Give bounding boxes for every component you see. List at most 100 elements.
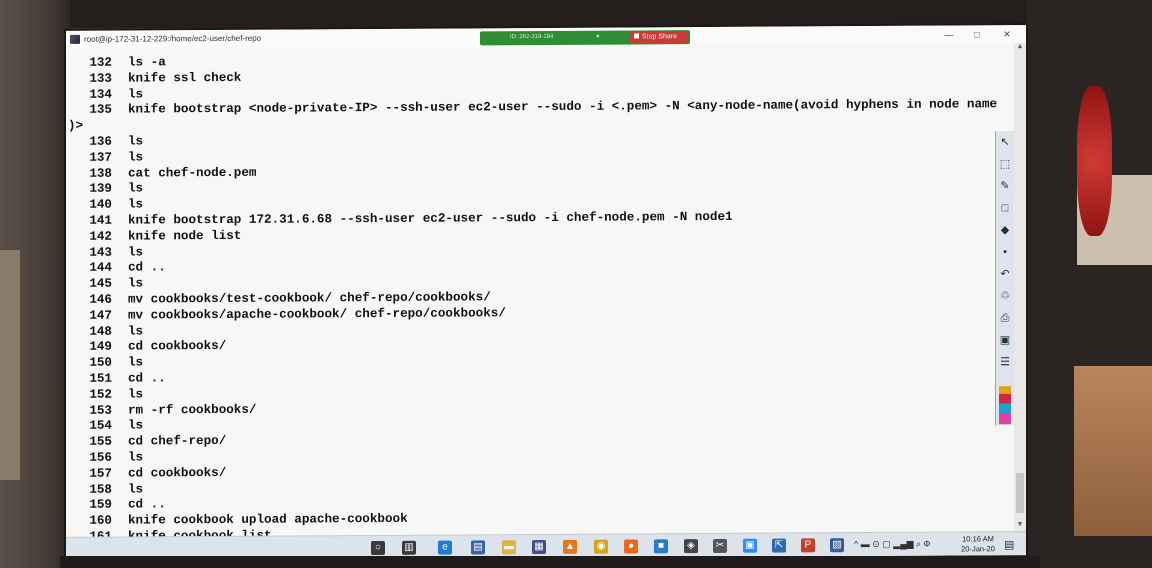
history-command: rm -rf cookbooks/	[128, 402, 257, 418]
terminal-output[interactable]: 132 ls -a 133 knife ssl check 134 ls 135 knife …	[66, 43, 1012, 559]
history-number: 134	[89, 87, 112, 102]
history-command: ls	[128, 134, 144, 149]
notifications-icon[interactable]: ▤	[1004, 538, 1014, 551]
scroll-thumb[interactable]	[1016, 473, 1024, 514]
history-command: knife cookbook upload apache-cookbook	[128, 512, 408, 528]
zoom-share-toolbar[interactable]: ID: 262-318-184 ● Stop Share	[480, 30, 690, 46]
history-number: 135	[89, 103, 112, 118]
history-command: ls -a	[128, 55, 166, 70]
history-command: ls	[128, 387, 144, 402]
history-number: 147	[89, 308, 112, 323]
task-view-icon[interactable]: ▥	[402, 540, 416, 555]
snip-icon[interactable]: ✂	[713, 538, 727, 553]
camera-tool-icon[interactable]: ▣	[998, 333, 1012, 347]
mouse-tool-icon[interactable]: ↖	[998, 135, 1012, 149]
paint-icon[interactable]: ■	[654, 539, 668, 554]
clear-tool-icon[interactable]: ♲	[998, 289, 1012, 303]
history-command: cat chef-node.pem	[128, 165, 257, 181]
history-command: ls	[128, 181, 144, 196]
zoom-app-icon[interactable]: ▣	[743, 538, 757, 553]
history-command: ls	[128, 197, 144, 212]
history-number: 159	[89, 498, 112, 513]
color-palette[interactable]	[999, 386, 1011, 425]
search-icon[interactable]: ○	[371, 540, 385, 556]
history-command: ls	[128, 418, 144, 433]
monitor-bottom-bezel	[60, 556, 1040, 568]
history-command: mv cookbooks/apache-cookbook/ chef-repo/…	[128, 306, 506, 323]
save-tool-icon[interactable]: ⎙	[998, 311, 1012, 325]
chrome-icon[interactable]: ◉	[594, 539, 608, 554]
stop-icon	[634, 33, 639, 39]
monitor-screen: root@ip-172-31-12-229:/home/ec2-user/che…	[66, 25, 1026, 561]
window-title: root@ip-172-31-12-229:/home/ec2-user/che…	[84, 33, 262, 44]
history-number: 138	[89, 166, 112, 181]
clock[interactable]: 10:16 AM 20-Jan-20	[958, 534, 998, 554]
history-command: ls	[128, 355, 144, 370]
history-command: cd chef-repo/	[128, 434, 227, 449]
vlc-icon[interactable]: ▲	[563, 539, 577, 554]
history-command: ls	[128, 87, 144, 102]
share-icon[interactable]: ⇱	[772, 538, 786, 553]
history-number: 149	[89, 340, 112, 355]
history-number: 136	[89, 134, 112, 149]
history-command: cd ..	[128, 497, 166, 512]
monitor-top-bezel	[0, 0, 1152, 28]
background-red-object	[1077, 86, 1112, 236]
terminal-line-continuation: )>	[68, 119, 84, 134]
background-shelf	[0, 250, 20, 480]
history-command: knife bootstrap 172.31.6.68 --ssh-user e…	[128, 209, 733, 228]
tray-icons[interactable]: ^ ▬ ⊙ ▢ ▂▄▆ ⌕	[854, 539, 921, 549]
history-command: ls	[128, 450, 144, 465]
putty-window-icon[interactable]	[70, 34, 80, 44]
maximize-button[interactable]: □	[970, 28, 984, 40]
history-command: knife ssl check	[128, 70, 242, 86]
powerpoint-icon[interactable]: P	[801, 538, 815, 553]
firefox-icon[interactable]: ●	[624, 539, 638, 554]
list-tool-icon[interactable]: ☰	[998, 355, 1012, 369]
history-number: 153	[89, 403, 112, 418]
language-indicator[interactable]: Ф	[924, 539, 931, 549]
history-number: 151	[89, 371, 112, 386]
system-tray[interactable]: ^ ▬ ⊙ ▢ ▂▄▆ ⌕ Ф	[854, 539, 930, 550]
explorer-icon[interactable]: ▬	[502, 540, 516, 555]
history-command: cd ..	[128, 371, 166, 386]
clock-date: 20-Jan-20	[961, 544, 995, 554]
history-number: 157	[89, 466, 112, 481]
history-number: 150	[89, 355, 112, 370]
history-command: ls	[128, 324, 144, 339]
history-command: cd cookbooks/	[128, 339, 227, 354]
pen-tool-icon[interactable]: ✎	[998, 179, 1012, 193]
history-number: 156	[89, 450, 112, 465]
eraser-tool-icon[interactable]: ◆	[998, 223, 1012, 237]
history-number: 137	[89, 150, 112, 165]
history-command: cd ..	[128, 260, 166, 275]
history-number: 146	[89, 292, 112, 307]
putty-icon[interactable]: ▧	[830, 538, 844, 553]
history-command: knife node list	[128, 228, 242, 244]
minimize-button[interactable]: —	[942, 28, 956, 40]
maps-icon[interactable]: ◈	[684, 539, 698, 554]
undo-tool-icon[interactable]: ↶	[998, 267, 1012, 281]
store-icon[interactable]: ▤	[471, 540, 485, 555]
history-command: ls	[128, 482, 144, 497]
select-tool-icon[interactable]: ⬚	[998, 157, 1012, 171]
shape-tool-icon[interactable]: □	[998, 201, 1012, 215]
recording-indicator: ●	[596, 33, 600, 40]
edge-icon[interactable]: e	[438, 540, 452, 555]
history-number: 158	[89, 482, 112, 497]
stop-share-button[interactable]: Stop Share	[630, 31, 688, 44]
history-command: ls	[128, 276, 144, 291]
close-button[interactable]: ✕	[1000, 28, 1014, 40]
background-wood	[1074, 366, 1152, 536]
history-number: 143	[89, 245, 112, 260]
scroll-up-arrow[interactable]: ▲	[1014, 43, 1026, 55]
calculator-icon[interactable]: ▦	[532, 540, 546, 555]
stop-share-label: Stop Share	[642, 33, 678, 41]
dot-tool-icon[interactable]: •	[998, 245, 1012, 259]
history-number: 133	[89, 71, 112, 86]
history-number: 142	[89, 229, 112, 244]
clock-time: 10:16 AM	[962, 534, 994, 544]
meeting-id: ID: 262-318-184	[510, 33, 554, 41]
terminal-scrollbar[interactable]: ▲ ▼	[1014, 43, 1026, 534]
history-command: cd cookbooks/	[128, 465, 227, 481]
